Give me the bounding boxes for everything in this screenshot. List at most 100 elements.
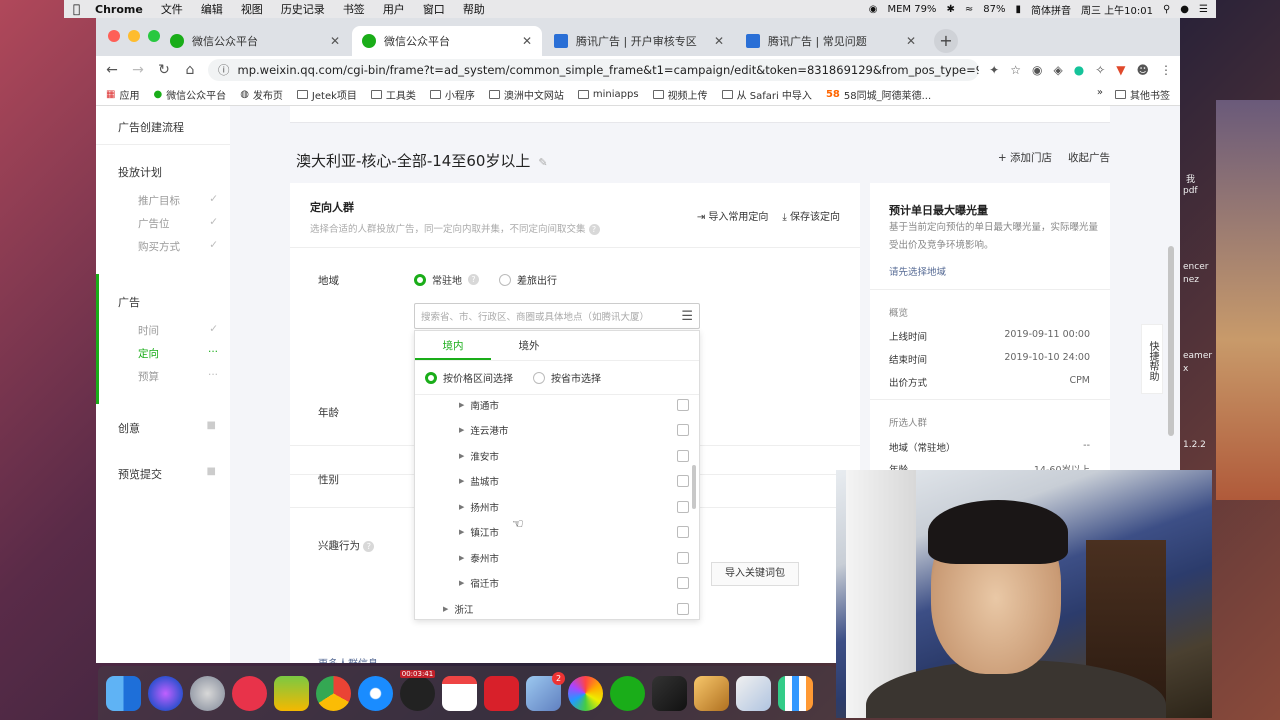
chrome-icon[interactable] xyxy=(316,675,351,711)
download-extension-icon[interactable]: ▼ xyxy=(1116,63,1125,77)
bookmark-item[interactable]: 58 58同城_阿德莱德... xyxy=(826,87,931,102)
menu-edit[interactable]: 编辑 xyxy=(192,1,232,17)
bookmark-folder[interactable]: 从 Safari 中导入 xyxy=(721,87,812,102)
grammarly-icon[interactable]: ● xyxy=(1074,63,1084,77)
expand-arrow-icon[interactable]: ▶ xyxy=(459,503,464,511)
zoom-window-button[interactable] xyxy=(148,30,160,42)
other-bookmarks[interactable]: 其他书签 xyxy=(1115,87,1170,102)
expand-arrow-icon[interactable]: ▶ xyxy=(443,605,448,613)
expand-arrow-icon[interactable]: ▶ xyxy=(459,477,464,485)
tree-row-city[interactable]: ▶ 盐城市 xyxy=(415,469,699,495)
mode-city-radio[interactable]: 按省市选择 xyxy=(533,370,601,385)
close-tab-icon[interactable]: ✕ xyxy=(330,34,340,48)
bookmark-star-icon[interactable]: ☆ xyxy=(1010,63,1021,77)
tree-row-city[interactable]: ▶ 镇江市 xyxy=(415,520,699,546)
input-method[interactable]: 简体拼音 xyxy=(1031,2,1071,17)
sidebar-preview[interactable]: 预览提交 ■ xyxy=(96,466,230,482)
cube-extension-icon[interactable]: ◈ xyxy=(1053,63,1062,77)
final-cut-icon[interactable] xyxy=(652,675,687,711)
battery-percent[interactable]: 87% xyxy=(983,4,1005,15)
bookmark-folder[interactable]: 视频上传 xyxy=(652,87,708,102)
forward-icon[interactable]: → xyxy=(130,62,146,78)
browser-tab[interactable]: 腾讯广告 | 常见问题 ✕ xyxy=(736,26,926,56)
browser-tab-active[interactable]: 微信公众平台 ✕ xyxy=(352,26,542,56)
close-window-button[interactable] xyxy=(108,30,120,42)
menu-help[interactable]: 帮助 xyxy=(454,1,494,17)
menu-bookmarks[interactable]: 书签 xyxy=(334,1,374,17)
bookmark-apps[interactable]: ▦ 应用 xyxy=(106,87,139,102)
help-icon[interactable]: ? xyxy=(363,541,375,552)
desktop-label[interactable]: pdf xyxy=(1183,186,1198,196)
launchpad-icon[interactable] xyxy=(190,675,225,711)
add-store-button[interactable]: + 添加门店 xyxy=(998,150,1052,165)
menu-user[interactable]: 用户 xyxy=(374,1,414,17)
desktop-label[interactable]: 我 xyxy=(1186,172,1195,185)
text-edit-icon[interactable] xyxy=(736,675,771,711)
siri-icon[interactable] xyxy=(148,675,183,711)
bookmark-item[interactable]: ◍ 发布页 xyxy=(240,87,283,102)
save-targeting-button[interactable]: ⤓ 保存该定向 xyxy=(782,208,840,223)
expand-arrow-icon[interactable]: ▶ xyxy=(459,426,464,434)
bookmark-folder[interactable]: 工具类 xyxy=(370,87,416,102)
pineapple-app-icon[interactable] xyxy=(274,675,309,711)
menu-app-name[interactable]: Chrome xyxy=(86,3,152,16)
tree-row-city[interactable]: ▶ 宿迁市 xyxy=(415,571,699,597)
profile-avatar[interactable]: ☻ xyxy=(1136,63,1149,77)
expand-arrow-icon[interactable]: ▶ xyxy=(459,401,464,409)
menu-history[interactable]: 历史记录 xyxy=(272,1,334,17)
collapse-ad-button[interactable]: 收起广告 xyxy=(1068,150,1110,165)
menu-window[interactable]: 窗口 xyxy=(414,1,454,17)
close-tab-icon[interactable]: ✕ xyxy=(522,34,532,48)
browser-tab[interactable]: 微信公众平台 ✕ xyxy=(160,26,350,56)
sidebar-item-budget[interactable]: 预算 ··· xyxy=(96,369,230,384)
safari-icon[interactable] xyxy=(358,675,393,711)
wechat-icon[interactable] xyxy=(610,675,645,711)
bookmark-item[interactable]: ● 微信公众平台 xyxy=(153,87,226,102)
close-tab-icon[interactable]: ✕ xyxy=(906,34,916,48)
wechat-icon[interactable]: ◉ xyxy=(869,4,878,15)
bookmark-folder[interactable]: 小程序 xyxy=(429,87,475,102)
bookmark-folder[interactable]: 澳洲中文网站 xyxy=(488,87,564,102)
city-checkbox[interactable] xyxy=(677,577,689,590)
city-checkbox[interactable] xyxy=(677,526,689,539)
reload-icon[interactable]: ↻ xyxy=(156,62,172,78)
travel-radio[interactable]: 差旅出行 xyxy=(499,272,557,287)
dropdown-scrollbar[interactable] xyxy=(692,465,696,509)
browser-tab[interactable]: 腾讯广告 | 开户审核专区 ✕ xyxy=(544,26,734,56)
numbers-icon[interactable] xyxy=(778,675,813,711)
sidebar-item-goal[interactable]: 推广目标 ✓ xyxy=(96,193,230,208)
sidebar-ad[interactable]: 广告 xyxy=(96,294,140,310)
more-bookmarks-icon[interactable]: » xyxy=(1097,87,1103,102)
province-checkbox[interactable] xyxy=(677,602,689,615)
bookmark-folder[interactable]: Jetek项目 xyxy=(296,87,357,102)
siri-icon[interactable]: ● xyxy=(1180,4,1189,15)
mode-price-radio[interactable]: 按价格区间选择 xyxy=(425,370,513,385)
resident-radio[interactable]: 常驻地? xyxy=(414,272,479,287)
tree-row-city[interactable]: ▶ 连云港市 xyxy=(415,418,699,444)
expand-arrow-icon[interactable]: ▶ xyxy=(459,452,464,460)
region-search-input[interactable]: 搜索省、市、行政区、商圈或具体地点（如腾讯大厦） ☰ xyxy=(414,303,700,329)
quick-help-button[interactable]: 快捷帮助 xyxy=(1141,324,1163,394)
youdao-icon[interactable] xyxy=(484,675,519,711)
camera-extension-icon[interactable]: ◉ xyxy=(1032,63,1042,77)
home-icon[interactable]: ⌂ xyxy=(182,62,198,78)
image-viewer-icon[interactable] xyxy=(694,675,729,711)
desktop-label[interactable]: 1.2.2 xyxy=(1183,440,1206,450)
apple-icon[interactable]:  xyxy=(64,2,86,16)
news-icon[interactable] xyxy=(232,675,267,711)
tab-domestic[interactable]: 境内 xyxy=(415,331,491,360)
info-icon[interactable]: ⓘ xyxy=(218,62,230,78)
desktop-label[interactable]: encer xyxy=(1183,262,1208,272)
help-icon[interactable]: ? xyxy=(588,224,600,235)
page-scrollbar[interactable] xyxy=(1168,246,1174,436)
sidebar-item-placement[interactable]: 广告位 ✓ xyxy=(96,216,230,231)
expand-arrow-icon[interactable]: ▶ xyxy=(459,554,464,562)
clock[interactable]: 周三 上午10:01 xyxy=(1081,2,1153,17)
spotlight-icon[interactable]: ⚲ xyxy=(1163,4,1170,15)
extension-icon[interactable]: ✦ xyxy=(989,63,999,77)
list-menu-icon[interactable]: ☰ xyxy=(681,309,693,324)
tree-row-city[interactable]: ▶ 扬州市 xyxy=(415,494,699,520)
city-checkbox[interactable] xyxy=(677,398,689,411)
sidebar-item-buying[interactable]: 购买方式 ✓ xyxy=(96,239,230,254)
extension-icon[interactable]: ✧ xyxy=(1095,63,1105,77)
